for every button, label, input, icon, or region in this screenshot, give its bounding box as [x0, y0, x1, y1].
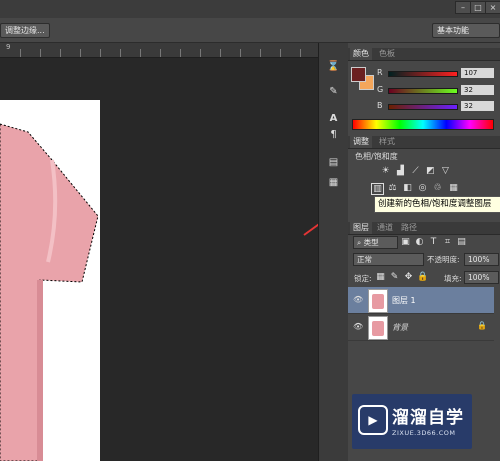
- layers-panel-tabs: 图层 通道 路径: [348, 222, 500, 235]
- opacity-label: 不透明度:: [427, 255, 460, 264]
- tab-layers[interactable]: 图层: [350, 222, 372, 234]
- adjust-subtitle: 色相/饱和度: [355, 152, 398, 161]
- fill-label: 填充:: [444, 274, 462, 283]
- layer-filter-value: 类型: [363, 238, 379, 247]
- lock-label: 锁定:: [354, 274, 372, 283]
- color-lookup-icon[interactable]: ▦: [448, 183, 459, 193]
- lock-position-icon[interactable]: ✥: [403, 272, 414, 282]
- filter-type-icon[interactable]: T: [428, 237, 439, 247]
- properties-icon[interactable]: ▦: [327, 176, 340, 189]
- minimize-button[interactable]: –: [455, 1, 471, 14]
- levels-icon[interactable]: ▟: [395, 166, 406, 176]
- tab-paths[interactable]: 路径: [398, 222, 420, 234]
- blend-mode-select[interactable]: 正常: [353, 253, 424, 266]
- channel-mixer-icon[interactable]: ♲: [432, 183, 443, 193]
- tab-adjustments[interactable]: 调整: [350, 136, 372, 148]
- layer-filter-select[interactable]: ⌕ 类型: [353, 236, 398, 249]
- layer-thumbnail: [368, 289, 388, 313]
- blue-slider[interactable]: [388, 104, 458, 110]
- opacity-input[interactable]: 100%: [464, 253, 499, 266]
- curves-icon[interactable]: ⟋: [410, 166, 421, 176]
- restore-button[interactable]: □: [470, 1, 486, 14]
- lock-all-icon[interactable]: 🔒: [417, 272, 428, 282]
- tab-styles[interactable]: 样式: [376, 136, 398, 148]
- character-icon[interactable]: A: [327, 112, 340, 125]
- tooltip: 创建新的色相/饱和度调整图层: [374, 196, 500, 213]
- green-slider[interactable]: [388, 88, 458, 94]
- layer-thumbnail: [368, 316, 388, 340]
- exposure-icon[interactable]: ◩: [425, 166, 436, 176]
- visibility-eye-icon[interactable]: 👁: [353, 322, 363, 331]
- filter-pixel-icon[interactable]: ▣: [400, 237, 411, 247]
- play-logo-icon: ▶: [358, 405, 388, 435]
- workspace-select[interactable]: 基本功能: [432, 23, 500, 38]
- photo-filter-icon[interactable]: ◎: [417, 183, 428, 193]
- watermark-title: 溜溜自学: [392, 408, 464, 428]
- notes-icon[interactable]: ▤: [327, 156, 340, 169]
- lock-transparent-icon[interactable]: ▦: [375, 272, 386, 282]
- lock-pixels-icon[interactable]: ✎: [389, 272, 400, 282]
- color-balance-icon[interactable]: ⚖: [387, 183, 398, 193]
- title-bar: [0, 0, 500, 18]
- layer-row-background[interactable]: 👁 背景 🔒: [348, 314, 494, 341]
- filter-adjust-icon[interactable]: ◐: [414, 237, 425, 247]
- layer-name: 背景: [392, 323, 408, 332]
- brightness-icon[interactable]: ☀: [380, 166, 391, 176]
- history-icon[interactable]: ⌛: [327, 60, 340, 73]
- fill-input[interactable]: 100%: [464, 271, 499, 284]
- hue-saturation-icon[interactable]: ▥: [371, 183, 384, 195]
- green-value[interactable]: 32: [461, 85, 494, 95]
- watermark: ▶ 溜溜自学 ZIXUE.3D66.COM: [352, 394, 472, 449]
- channel-b-label: B: [377, 101, 383, 110]
- lock-icon: 🔒: [477, 321, 487, 330]
- black-white-icon[interactable]: ◧: [402, 183, 413, 193]
- visibility-eye-icon[interactable]: 👁: [353, 295, 363, 304]
- layer-name: 图层 1: [392, 296, 416, 305]
- tab-channels[interactable]: 通道: [374, 222, 396, 234]
- brush-icon[interactable]: ✎: [327, 85, 340, 98]
- channel-r-label: R: [377, 68, 383, 77]
- color-spectrum-bar[interactable]: [352, 119, 494, 130]
- filter-shape-icon[interactable]: ⌗: [442, 237, 453, 247]
- tab-swatches[interactable]: 色板: [376, 48, 398, 60]
- filter-smart-icon[interactable]: ▤: [456, 237, 467, 247]
- adjust-panel-tabs: 调整 样式: [348, 136, 500, 149]
- layer-row-layer1[interactable]: 👁 图层 1: [348, 287, 494, 314]
- blue-value[interactable]: 32: [461, 101, 494, 111]
- panel-dock-strip: [318, 43, 350, 461]
- options-bar: [0, 18, 500, 43]
- search-icon: ⌕: [357, 238, 364, 247]
- refine-edge-button[interactable]: 调整边缘...: [0, 23, 50, 38]
- watermark-url: ZIXUE.3D66.COM: [392, 429, 456, 437]
- close-button[interactable]: ×: [485, 1, 500, 14]
- ruler-label: 9: [6, 43, 11, 51]
- red-value[interactable]: 107: [461, 68, 494, 78]
- red-slider[interactable]: [388, 71, 458, 77]
- tshirt-image: [0, 123, 99, 461]
- horizontal-ruler: 9: [0, 43, 318, 58]
- channel-g-label: G: [377, 85, 384, 94]
- tab-color[interactable]: 颜色: [350, 48, 372, 60]
- color-panel-tabs: 颜色 色板: [348, 48, 500, 61]
- paragraph-icon[interactable]: ¶: [327, 128, 340, 141]
- layers-list: 👁 图层 1 👁 背景 🔒: [348, 287, 500, 341]
- vibrance-icon[interactable]: ▽: [440, 166, 451, 176]
